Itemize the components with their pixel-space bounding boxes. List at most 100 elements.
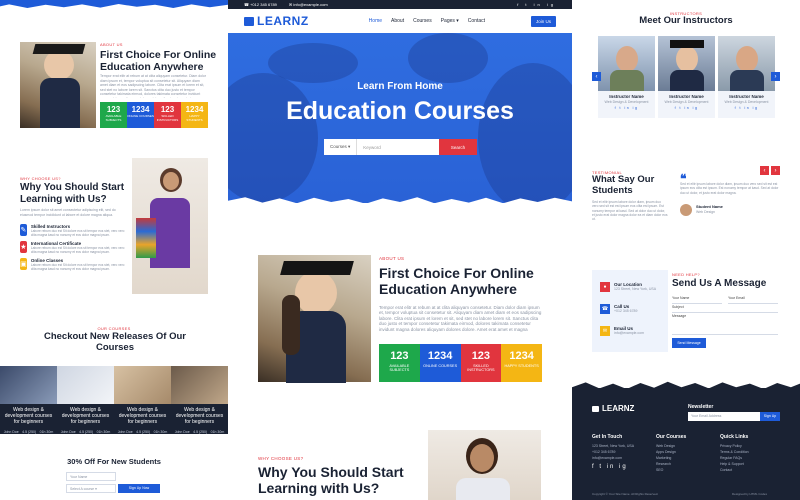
why-body: Lorem ipsum dolor sit amet consectetur a… xyxy=(20,208,116,217)
message-field[interactable]: Message xyxy=(672,314,686,318)
course-card[interactable]: Web design & development courses for beg… xyxy=(114,366,171,434)
page-root: ABOUT US First Choice For Online Educati… xyxy=(0,0,800,500)
nav-pages[interactable]: Pages ▾ xyxy=(441,18,459,24)
stat-courses: 1234 ONLINE COURSES xyxy=(127,102,154,128)
our-courses-heading: Our Courses xyxy=(656,434,687,440)
contact-tag: NEED HELP? xyxy=(672,272,700,277)
feature-item: ★ International Certificate Labore rebum … xyxy=(20,241,125,254)
hero-subtitle: Learn From Home xyxy=(357,81,443,92)
newsletter-title: Newsletter xyxy=(688,404,714,410)
course-card[interactable]: Web design & development courses for beg… xyxy=(171,366,228,434)
phone-text: ☎ +012 345 6789 xyxy=(244,2,277,7)
about-body: Tempor erat elitr at rebum at at clita a… xyxy=(100,74,207,98)
about-title: First Choice For Online Education Anywhe… xyxy=(100,49,217,74)
testimonial-prev-button[interactable]: ‹ xyxy=(760,166,769,175)
phone-icon: ☎ xyxy=(600,304,610,314)
nav-home[interactable]: Home xyxy=(369,18,382,24)
torn-edge-decoration xyxy=(0,0,228,8)
why-tag: WHY CHOOSE US? xyxy=(258,456,304,461)
feature-list: ✎ Skilled Instructors Labore rebum duo es… xyxy=(20,224,130,271)
testimonial-title: What Say Our Students xyxy=(592,174,655,196)
instructors-title: Meet Our Instructors xyxy=(639,15,733,26)
about-stats: 123 AVAILABLE SUBJECTS 1234 ONLINE COURSES… xyxy=(100,102,208,128)
course-links[interactable]: Web Design Apps Design Marketing Research SE… xyxy=(656,443,676,473)
stat-instructors: 123 SKILLED INSTRUCTORS xyxy=(460,344,502,382)
student-name: Student Name xyxy=(696,204,723,209)
about-stats: 123 AVAILABLE SUBJECTS 1234 ONLINE COURSES… xyxy=(379,344,542,382)
instructor-social-icons[interactable]: f t in ig xyxy=(598,106,655,110)
contact-title: Send Us A Message xyxy=(672,278,767,289)
laptop-icon: ▣ xyxy=(20,258,27,270)
social-icons[interactable]: f t in ig xyxy=(517,2,556,7)
right-preview-panel: INSTRUCTORS Meet Our Instructors Instruc… xyxy=(572,0,800,500)
nav-about[interactable]: About xyxy=(391,18,404,24)
courses-title: Checkout New Releases Of Our Courses xyxy=(43,331,187,353)
email-text: ✉ info@example.com xyxy=(288,2,328,7)
instructor-card[interactable]: Instructor Name Web Design & Development… xyxy=(598,36,655,118)
hero-banner: Learn From Home Education Courses Course… xyxy=(228,33,572,203)
student-role: Web Design xyxy=(696,210,716,214)
main-navbar: LEARNZ Home About Courses Pages ▾ Contac… xyxy=(228,9,572,33)
book-icon xyxy=(244,16,254,26)
course-search-bar: Courses ▾ Keyword Search xyxy=(324,139,477,155)
instructor-icon: ✎ xyxy=(20,224,27,236)
stat-subjects: 123 AVAILABLE SUBJECTS xyxy=(379,344,420,382)
nav-courses[interactable]: Courses xyxy=(413,18,432,24)
offer-signup-button[interactable]: Sign Up Now xyxy=(118,484,160,493)
stat-subjects: 123 AVAILABLE SUBJECTS xyxy=(100,102,127,128)
feature-item: ▣ Online Classes Labore rebum duo est Sit… xyxy=(20,258,125,271)
course-card[interactable]: Web design & development courses for beg… xyxy=(57,366,114,434)
about-tag: ABOUT US xyxy=(100,42,123,47)
touch-list: 123 Street, New York, USA +012 345 6789 in… xyxy=(592,444,635,460)
offer-course-select[interactable]: Select A course ▾ xyxy=(66,484,116,493)
nav-contact[interactable]: Contact xyxy=(468,18,485,24)
top-info-bar: ☎ +012 345 6789 ✉ info@example.com f t i… xyxy=(228,0,572,9)
student-avatar xyxy=(680,204,692,216)
offer-name-input[interactable]: Your Name xyxy=(66,472,116,481)
carousel-prev-button[interactable]: ‹ xyxy=(592,72,601,81)
newsletter-signup-button[interactable]: Sign Up xyxy=(760,412,780,421)
logo[interactable]: LEARNZ xyxy=(244,14,309,28)
footer-social-icons[interactable]: f t in ig xyxy=(592,464,628,470)
certificate-icon: ★ xyxy=(20,241,27,253)
testimonial-next-button[interactable]: › xyxy=(771,166,780,175)
course-card[interactable]: Web design & development courses for beg… xyxy=(0,366,57,434)
subject-field[interactable]: Subject xyxy=(672,305,684,309)
stat-students: 1234 HAPPY STUDENTS xyxy=(181,102,208,128)
why-title: Why You Should Start Learning with Us? xyxy=(20,182,125,205)
testimonial-body: Sed et elitr ipsum labore dolor diam, ip… xyxy=(592,200,668,222)
location-icon: ● xyxy=(600,282,610,292)
email-field[interactable]: Your Email xyxy=(728,296,745,300)
quick-links[interactable]: Privacy Policy Terms & Condition Regular F… xyxy=(720,443,749,473)
contact-info-box: ● Our Location 123 Street, New York, USA … xyxy=(592,270,668,352)
send-message-button[interactable]: Send Message xyxy=(672,338,706,348)
course-select[interactable]: Courses ▾ xyxy=(324,139,358,155)
graduate-photo xyxy=(258,255,371,383)
book-icon xyxy=(592,405,599,412)
feature-item: ✎ Skilled Instructors Labore rebum duo es… xyxy=(20,224,125,237)
instructor-card[interactable]: Instructor Name Web Design & Development… xyxy=(718,36,775,118)
name-field[interactable]: Your Name xyxy=(672,296,689,300)
join-button[interactable]: Join Us xyxy=(530,15,556,27)
why-tag: WHY CHOOSE US? xyxy=(20,176,61,181)
hero-title: Education Courses xyxy=(286,97,514,125)
quick-links-heading: Quick Links xyxy=(720,434,749,440)
footer-logo[interactable]: LEARNZ xyxy=(592,404,634,413)
contact-email: ✉ Email Us info@example.com xyxy=(600,326,644,336)
carousel-next-button[interactable]: › xyxy=(771,72,780,81)
instructor-social-icons[interactable]: f t in ig xyxy=(658,106,715,110)
newsletter-input[interactable]: Your Email Address xyxy=(688,412,760,421)
student-with-books-photo xyxy=(132,158,208,294)
instructor-card[interactable]: Instructor Name Web Design & Development… xyxy=(658,36,715,118)
stat-courses: 1234 ONLINE COURSES xyxy=(419,344,461,382)
about-tag: ABOUT US xyxy=(379,256,405,261)
search-button[interactable]: Search xyxy=(439,139,477,155)
about-body: Tempor erat elitr at rebum at at clita a… xyxy=(379,305,542,332)
site-footer: LEARNZ Newsletter Your Email Address Sig… xyxy=(572,388,800,500)
testimonial-quote: Sed et elitr ipsum labore dolor diam, ip… xyxy=(680,182,779,195)
graduate-photo xyxy=(20,42,96,128)
instructor-social-icons[interactable]: f t in ig xyxy=(718,106,775,110)
student-photo xyxy=(428,430,541,500)
keyword-input[interactable]: Keyword xyxy=(357,145,439,150)
envelope-icon: ✉ xyxy=(600,326,610,336)
